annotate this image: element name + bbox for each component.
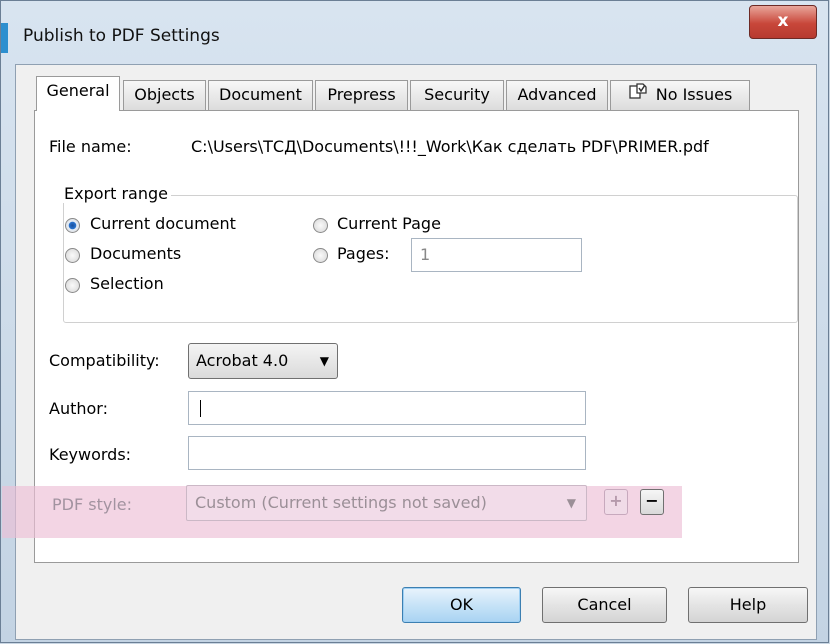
tab-objects[interactable]: Objects (123, 80, 206, 110)
plus-icon: + (609, 491, 623, 510)
tab-document[interactable]: Document (208, 80, 313, 110)
compatibility-value: Acrobat 4.0 (196, 351, 289, 370)
close-button[interactable]: x (749, 5, 817, 39)
tab-label: Security (424, 85, 490, 104)
tab-label: General (46, 81, 110, 100)
tab-advanced[interactable]: Advanced (506, 80, 608, 110)
cancel-button[interactable]: Cancel (542, 587, 667, 623)
file-name-label: File name: (49, 137, 132, 156)
author-label: Author: (49, 399, 108, 418)
ok-button[interactable]: OK (402, 587, 521, 623)
title-bar[interactable]: Publish to PDF Settings x (1, 1, 828, 63)
dialog-client-area: General Objects Document Prepress Securi… (2, 64, 817, 640)
selection-radio[interactable] (65, 278, 80, 293)
minus-icon: − (645, 491, 659, 510)
current-document-label[interactable]: Current document (90, 214, 236, 233)
remove-pdf-style-button[interactable]: − (640, 489, 664, 515)
current-document-radio[interactable] (65, 218, 80, 233)
add-pdf-style-button[interactable]: + (604, 489, 628, 515)
pages-label[interactable]: Pages: (337, 244, 389, 263)
keywords-input[interactable] (188, 436, 586, 470)
close-icon: x (777, 11, 789, 31)
compatibility-select[interactable]: Acrobat 4.0 ▼ (188, 343, 338, 379)
text-caret (200, 400, 201, 417)
tab-label: Objects (134, 85, 195, 104)
dialog-window: Publish to PDF Settings x General Object… (0, 0, 829, 643)
current-page-label[interactable]: Current Page (337, 214, 441, 233)
tab-label: No Issues (655, 85, 733, 104)
tab-label: Document (219, 85, 302, 104)
tab-label: Prepress (327, 85, 396, 104)
pdf-style-select[interactable]: Custom (Current settings not saved) ▼ (186, 485, 587, 521)
help-button[interactable]: Help (688, 587, 808, 623)
pdf-style-value: Custom (Current settings not saved) (195, 493, 487, 512)
current-page-radio[interactable] (313, 218, 328, 233)
documents-label[interactable]: Documents (90, 244, 181, 263)
pages-radio[interactable] (313, 248, 328, 263)
author-input[interactable] (188, 391, 586, 425)
selection-label[interactable]: Selection (90, 274, 164, 293)
keywords-label: Keywords: (49, 445, 132, 464)
tab-general[interactable]: General (36, 76, 120, 111)
ok-label: OK (449, 595, 474, 614)
tab-prepress[interactable]: Prepress (315, 80, 408, 110)
documents-radio[interactable] (65, 248, 80, 263)
window-title: Publish to PDF Settings (23, 26, 220, 46)
cancel-label: Cancel (577, 595, 632, 614)
chevron-down-icon: ▼ (566, 496, 576, 510)
pages-input[interactable]: 1 (411, 238, 582, 272)
tab-no-issues[interactable]: No Issues (610, 80, 750, 110)
tab-security[interactable]: Security (410, 80, 504, 110)
issues-icon (628, 82, 648, 110)
compatibility-label: Compatibility: (49, 351, 160, 370)
file-name-value: C:\Users\ТСД\Documents\!!!_Work\Как сдел… (191, 137, 709, 156)
export-range-legend: Export range (61, 184, 171, 203)
pdf-style-label: PDF style: (52, 495, 133, 514)
help-label: Help (729, 595, 767, 614)
tab-label: Advanced (517, 85, 597, 104)
chevron-down-icon: ▼ (319, 354, 329, 368)
